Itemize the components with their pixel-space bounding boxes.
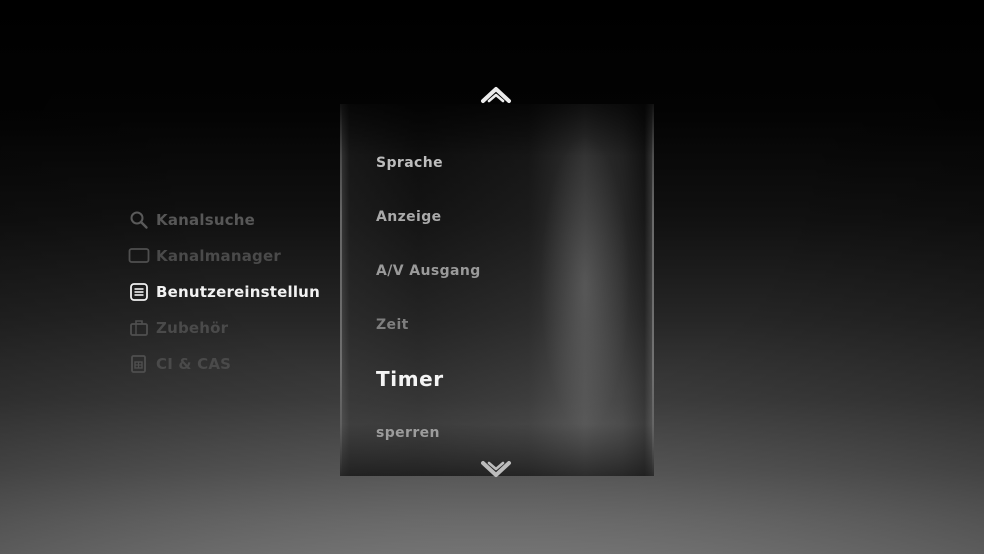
tv-menu-screen: Kanalsuche Kanalmanager Benutzereinstell… [0, 0, 984, 554]
menu-item-label: Kanalmanager [156, 247, 281, 265]
settings-panel-icon [128, 281, 150, 303]
menu-item-label: Kanalsuche [156, 211, 256, 229]
menu-item-label: Benutzereinstellun [156, 283, 320, 301]
submenu-item-sperren[interactable]: sperren [376, 406, 636, 460]
submenu-item-anzeige[interactable]: Anzeige [376, 190, 636, 244]
menu-item-kanalsuche[interactable]: Kanalsuche [128, 202, 338, 238]
submenu-list: Sprache Anzeige A/V Ausgang Zeit Timer s… [376, 136, 636, 460]
chevron-up-icon[interactable] [476, 82, 516, 108]
main-menu: Kanalsuche Kanalmanager Benutzereinstell… [128, 202, 338, 382]
tv-screen-icon [128, 245, 150, 267]
submenu-item-timer[interactable]: Timer [376, 352, 636, 406]
submenu-item-sprache[interactable]: Sprache [376, 136, 636, 190]
menu-item-label: Zubehör [156, 319, 229, 337]
toolbox-icon [128, 317, 150, 339]
smart-card-icon [128, 353, 150, 375]
submenu-item-zeit[interactable]: Zeit [376, 298, 636, 352]
menu-item-benutzereinstellungen[interactable]: Benutzereinstellun [128, 274, 338, 310]
menu-item-ci-cas[interactable]: CI & CAS [128, 346, 338, 382]
menu-item-zubehoer[interactable]: Zubehör [128, 310, 338, 346]
menu-item-kanalmanager[interactable]: Kanalmanager [128, 238, 338, 274]
menu-item-label: CI & CAS [156, 355, 232, 373]
magnifier-icon [128, 209, 150, 231]
submenu-item-av-ausgang[interactable]: A/V Ausgang [376, 244, 636, 298]
